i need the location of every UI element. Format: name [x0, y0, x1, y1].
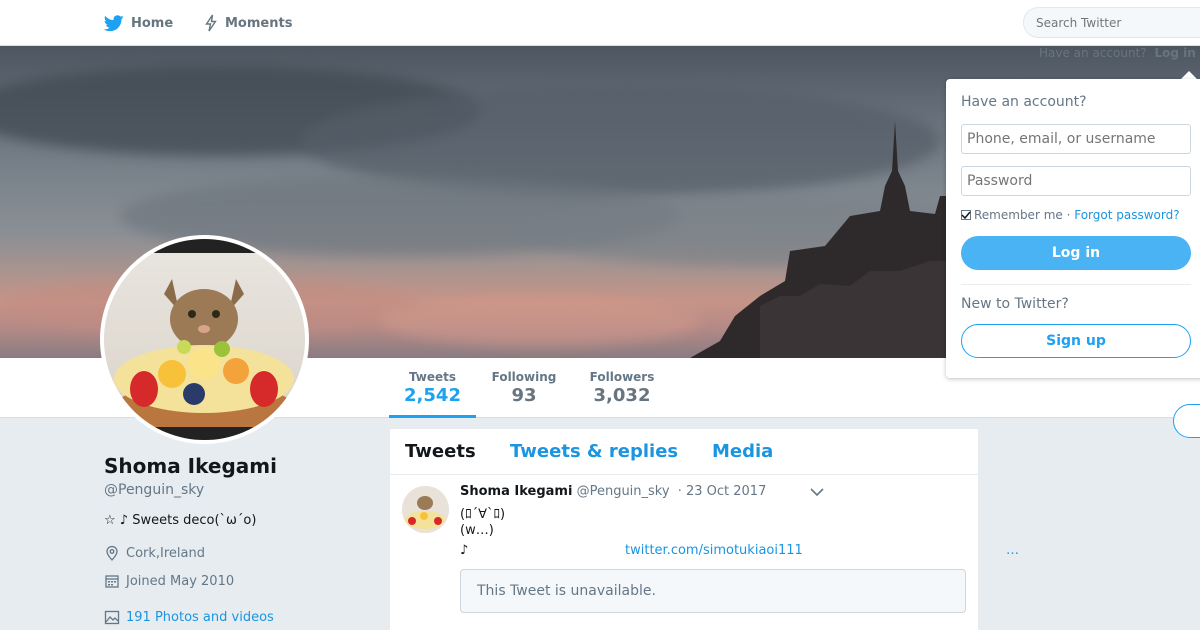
have-account-text: Have an account? — [1039, 46, 1147, 60]
profile-bio: ☆ ♪ Sweets deco(`ω´o) — [104, 513, 257, 528]
tweet-avatar-image — [402, 486, 449, 533]
avatar[interactable] — [100, 235, 309, 444]
stat-following[interactable]: Following 93 — [484, 358, 564, 418]
login-popup: Have an account? Remember me · Forgot pa… — [946, 79, 1200, 378]
chevron-down-icon[interactable] — [810, 487, 824, 497]
tweet-text-line: ♪ — [460, 543, 469, 558]
photos-text: 191 Photos and videos — [126, 609, 274, 625]
remember-checkbox[interactable] — [961, 210, 971, 220]
twitter-bird-icon — [104, 14, 124, 31]
popup-arrow — [1181, 71, 1197, 79]
location-pin-icon — [106, 545, 118, 561]
nav-moments[interactable]: Moments — [204, 0, 292, 46]
timeline: Tweets Tweets & replies Media Shoma Ikeg… — [390, 429, 1019, 630]
profile-joined: Joined May 2010 — [104, 573, 234, 589]
username-input[interactable] — [961, 124, 1191, 154]
profile-location: Cork,Ireland — [104, 545, 205, 561]
search-input[interactable] — [1023, 7, 1200, 38]
new-to-twitter-text: New to Twitter? — [961, 296, 1069, 312]
remember-label: Remember me — [974, 208, 1063, 222]
calendar-icon — [105, 575, 119, 588]
tweet-link[interactable]: twitter.com/simotukiaoi111 — [625, 543, 803, 558]
password-input[interactable] — [961, 166, 1191, 196]
follow-button[interactable] — [1173, 404, 1200, 438]
nav-home[interactable]: Home — [104, 0, 173, 46]
nav-moments-label: Moments — [225, 15, 293, 31]
tab-tweets-replies[interactable]: Tweets & replies — [510, 441, 678, 462]
forgot-password-link[interactable]: Forgot password? — [1074, 208, 1179, 222]
stat-label: Followers — [589, 370, 655, 384]
image-icon — [104, 610, 120, 625]
top-nav: Home Moments — [0, 0, 1200, 46]
tweet-more-link[interactable]: … — [1006, 543, 1019, 558]
nav-home-label: Home — [131, 15, 174, 31]
profile-handle[interactable]: @Penguin_sky — [104, 482, 204, 498]
stat-value: 2,542 — [404, 385, 461, 406]
tweet-date[interactable]: · 23 Oct 2017 — [678, 484, 767, 499]
joined-text: Joined May 2010 — [126, 573, 235, 589]
location-text: Cork,Ireland — [126, 545, 205, 561]
timeline-tabs: Tweets Tweets & replies Media — [390, 429, 978, 475]
tab-media[interactable]: Media — [712, 441, 773, 462]
lightning-icon — [205, 14, 217, 32]
stat-tweets[interactable]: Tweets 2,542 — [389, 358, 476, 418]
popup-title: Have an account? — [961, 94, 1087, 110]
stat-followers[interactable]: Followers 3,032 — [582, 358, 662, 418]
have-account-bar: Have an account? Log in — [1039, 46, 1196, 60]
quoted-tweet-unavailable: This Tweet is unavailable. — [460, 569, 966, 613]
login-link[interactable]: Log in — [1154, 46, 1195, 60]
signup-button[interactable]: Sign up — [961, 324, 1191, 358]
tweet-author-handle[interactable]: @Penguin_sky — [577, 484, 670, 499]
tweet-text-line: (w…) — [460, 523, 494, 538]
login-button[interactable]: Log in — [961, 236, 1191, 270]
profile-photos-link[interactable]: 191 Photos and videos — [104, 609, 274, 625]
tweet-header: Shoma Ikegami @Penguin_sky · 23 Oct 2017 — [460, 484, 766, 499]
stat-label: Tweets — [408, 370, 457, 384]
tweet-avatar[interactable] — [402, 486, 449, 533]
popup-divider — [961, 284, 1191, 285]
avatar-image — [104, 239, 305, 440]
profile-name[interactable]: Shoma Ikegami — [104, 454, 277, 478]
remember-row: Remember me · Forgot password? — [961, 208, 1180, 222]
stat-value: 3,032 — [593, 385, 651, 406]
remember-sep: · — [1062, 208, 1075, 222]
tweet-text-line: (ﾛ´∀`ﾛ) — [460, 507, 506, 522]
tab-tweets[interactable]: Tweets — [405, 441, 476, 462]
tweet-author-name[interactable]: Shoma Ikegami — [460, 484, 572, 499]
checkmark-icon — [961, 211, 971, 220]
stat-value: 93 — [511, 385, 537, 406]
stat-label: Following — [491, 370, 557, 384]
